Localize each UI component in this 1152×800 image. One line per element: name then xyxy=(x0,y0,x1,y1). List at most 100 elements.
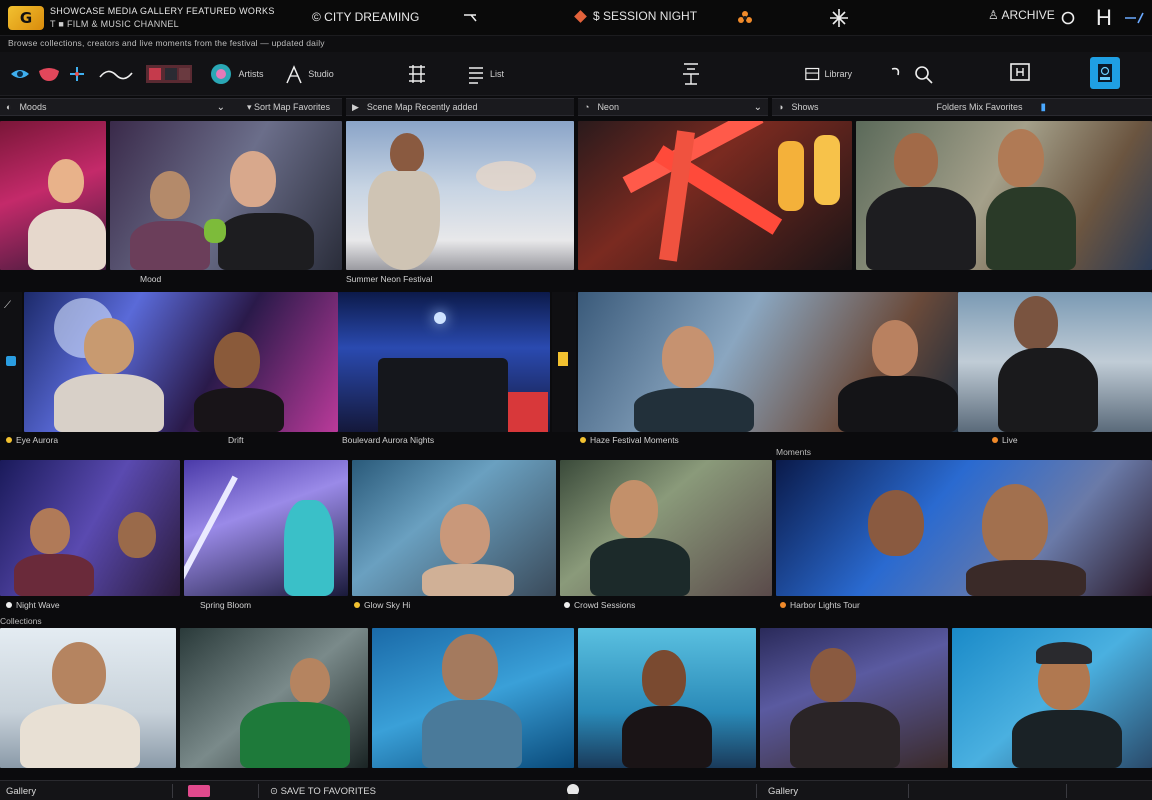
subtitle-text: Browse collections, creators and live mo… xyxy=(8,38,325,48)
bottom-tab-gallery[interactable]: Gallery xyxy=(0,781,42,800)
brand-title: SHOWCASE MEDIA GALLERY FEATURED WORKS xyxy=(50,6,275,16)
media-tile[interactable] xyxy=(952,628,1152,768)
section-label: Collections xyxy=(0,616,42,626)
chevron-down-icon[interactable]: ⌄ xyxy=(754,102,762,113)
media-tile[interactable] xyxy=(958,292,1152,432)
lips-icon[interactable] xyxy=(36,60,62,88)
panel-title: Shows xyxy=(791,102,819,112)
tile-caption: Glow Sky Hi xyxy=(354,600,410,610)
search-icon[interactable] xyxy=(884,60,940,88)
h-icon[interactable]: H xyxy=(1092,5,1116,30)
play-icon: ▶ xyxy=(352,101,359,112)
tile-caption: Summer Neon Festival xyxy=(346,274,433,284)
media-tile[interactable] xyxy=(578,628,756,768)
session-label[interactable]: $ SESSION NIGHT xyxy=(574,9,698,23)
panel-header-shows[interactable]: ◑ Shows Folders Mix Favorites ▮ xyxy=(772,98,1152,116)
list-icon xyxy=(468,67,483,84)
media-tile[interactable] xyxy=(560,460,772,596)
media-tile[interactable] xyxy=(760,628,948,768)
user-icon: ♙ xyxy=(988,8,1002,22)
flower-icon[interactable] xyxy=(734,6,756,30)
panel-icon: ◑ xyxy=(778,102,784,112)
circle-icon[interactable] xyxy=(1058,6,1078,30)
media-tile[interactable] xyxy=(180,628,368,768)
app-logo[interactable]: G xyxy=(8,6,44,30)
box-icon[interactable] xyxy=(1006,60,1034,88)
side-strip: ⟋ xyxy=(0,292,22,432)
arrow-icon[interactable]: ⟋ xyxy=(4,300,11,311)
panel-header-neon[interactable]: ◔ Neon ⌄ xyxy=(578,98,768,116)
media-tile[interactable] xyxy=(184,460,348,596)
user-menu[interactable]: ♙ ARCHIVE xyxy=(988,8,1055,22)
brush-icon xyxy=(286,65,302,84)
tag-icon[interactable] xyxy=(6,356,16,366)
side-strip xyxy=(552,292,576,432)
minus-icon[interactable] xyxy=(460,6,482,30)
media-tile[interactable] xyxy=(578,292,958,432)
panel-title: Moods xyxy=(19,102,47,112)
globe-icon[interactable] xyxy=(8,60,32,88)
media-tile[interactable] xyxy=(346,121,574,270)
user-name: ARCHIVE xyxy=(1001,8,1055,22)
wave-icon[interactable] xyxy=(96,60,136,88)
top-bar: G SHOWCASE MEDIA GALLERY FEATURED WORKS … xyxy=(0,0,1152,36)
tile-caption: Crowd Sessions xyxy=(564,600,635,610)
media-tile[interactable] xyxy=(24,292,338,432)
bottom-bar: Gallery ⊙ SAVE TO FAVORITES Gallery xyxy=(0,780,1152,800)
tile-caption: Spring Bloom xyxy=(200,600,252,610)
media-tile[interactable] xyxy=(0,628,176,768)
flower-icon xyxy=(211,64,232,84)
tile-caption: Mood xyxy=(140,274,162,284)
panel-header-moods[interactable]: ◐ Moods ⌄ ▾ Sort Map Favorites xyxy=(0,98,342,116)
panel-extra: Folders Mix Favorites xyxy=(936,102,1023,112)
film-icon[interactable] xyxy=(144,60,194,88)
brand-subtitle: T ■ FILM & MUSIC CHANNEL xyxy=(50,19,179,29)
studio-button[interactable]: Studio xyxy=(284,60,334,88)
panel-header-scene[interactable]: ▶ Scene Map Recently added xyxy=(346,98,574,116)
diamond-icon xyxy=(574,9,587,23)
media-tile[interactable] xyxy=(338,292,550,432)
menu-icon[interactable]: ▮ xyxy=(1040,102,1046,113)
media-tile[interactable] xyxy=(0,121,106,270)
bookmark-icon[interactable] xyxy=(558,352,568,366)
media-tile[interactable] xyxy=(372,628,574,768)
center-avatar[interactable] xyxy=(556,781,590,800)
panel-title: Scene Map Recently added xyxy=(366,102,478,112)
tile-caption: Night Wave xyxy=(6,600,60,610)
artists-label: Artists xyxy=(238,69,264,79)
list-button[interactable]: List xyxy=(460,60,510,88)
media-tile[interactable] xyxy=(856,121,1152,270)
star-icon[interactable] xyxy=(66,60,88,88)
session-text: $ SESSION NIGHT xyxy=(593,9,698,23)
media-tile[interactable] xyxy=(578,121,852,270)
tree-icon[interactable] xyxy=(676,60,706,88)
library-button[interactable]: Library xyxy=(804,60,852,88)
spark-icon[interactable] xyxy=(826,6,852,30)
studio-label: Studio xyxy=(308,69,334,79)
profile-icon[interactable] xyxy=(1090,57,1120,89)
media-tile[interactable] xyxy=(776,460,1152,596)
tile-caption: Boulevard Aurora Nights xyxy=(342,435,435,445)
grid-icon[interactable] xyxy=(404,60,430,88)
arrow-icon[interactable] xyxy=(1122,6,1146,30)
chevron-down-icon[interactable]: ⌄ xyxy=(217,102,225,113)
tile-caption: Haze Festival Moments xyxy=(580,435,679,445)
panel-extra: ▾ Sort Map Favorites xyxy=(246,101,330,112)
tile-caption: Harbor Lights Tour xyxy=(780,600,860,610)
toolbar: Artists Studio List Library xyxy=(0,52,1152,96)
subtitle-row: Browse collections, creators and live mo… xyxy=(0,36,1152,52)
tile-caption: Drift xyxy=(228,435,244,445)
media-tile[interactable] xyxy=(352,460,556,596)
color-chip[interactable] xyxy=(182,781,216,800)
media-tile[interactable] xyxy=(0,460,180,596)
section-label: Moments xyxy=(776,447,811,457)
bottom-tab-gallery-right[interactable]: Gallery xyxy=(762,781,804,800)
library-icon xyxy=(805,67,820,81)
artists-button[interactable]: Artists xyxy=(204,60,268,88)
tile-caption: Live xyxy=(992,435,1018,445)
save-favorites-button[interactable]: ⊙ SAVE TO FAVORITES xyxy=(264,781,382,800)
tile-caption: Eye Aurora xyxy=(6,435,58,445)
panel-icon: ◔ xyxy=(584,102,590,112)
media-tile[interactable] xyxy=(110,121,342,270)
library-label: Library xyxy=(824,69,852,79)
